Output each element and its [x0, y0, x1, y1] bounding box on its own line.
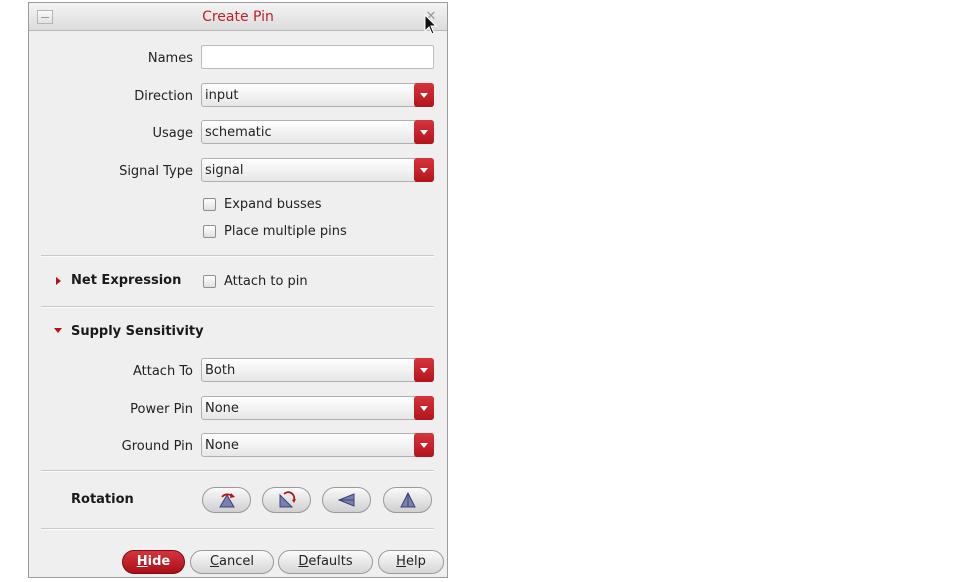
power-pin-label: Power Pin [130, 402, 193, 417]
chevron-down-icon[interactable] [414, 396, 434, 420]
mirror-icon [399, 491, 416, 508]
chevron-down-icon[interactable] [414, 120, 434, 144]
names-row: Names [29, 45, 447, 73]
upside-down-icon [337, 493, 354, 507]
expand-busses-label[interactable]: Expand busses [224, 197, 322, 212]
place-multiple-pins-checkbox[interactable] [203, 225, 216, 238]
title-bar[interactable]: Create Pin ✕ [29, 3, 447, 31]
help-label-rest: elp [405, 554, 426, 569]
defaults-label-rest: efaults [308, 554, 353, 569]
separator [41, 470, 434, 472]
signal-type-row: Signal Type signal [29, 158, 447, 186]
attach-to-select[interactable]: Both [201, 358, 434, 382]
ground-pin-label: Ground Pin [121, 439, 193, 454]
defaults-button[interactable]: Defaults [278, 550, 373, 574]
attach-to-row: Attach To Both [29, 358, 447, 386]
hide-label-rest: ide [147, 554, 171, 569]
usage-row: Usage schematic [29, 120, 447, 148]
ground-pin-row: Ground Pin None [29, 433, 447, 461]
chevron-down-icon[interactable] [414, 158, 434, 182]
names-label: Names [147, 51, 193, 66]
window-title: Create Pin [202, 9, 274, 25]
hide-mnemonic: H [136, 554, 148, 569]
signal-type-select[interactable]: signal [201, 158, 434, 182]
chevron-down-icon[interactable] [414, 358, 434, 382]
chevron-down-icon[interactable] [414, 83, 434, 107]
cancel-button[interactable]: Cancel [190, 550, 274, 574]
power-pin-value: None [205, 401, 239, 416]
separator [41, 528, 434, 530]
direction-row: Direction input [29, 83, 447, 111]
attach-to-label: Attach To [132, 364, 193, 379]
expand-busses-checkbox[interactable] [203, 198, 216, 211]
net-expression-title[interactable]: Net Expression [71, 273, 181, 288]
signal-type-value: signal [205, 163, 244, 178]
mouse-pointer-icon [424, 14, 438, 35]
cancel-label-rest: ancel [219, 554, 255, 569]
mirror-button[interactable] [383, 487, 432, 513]
sideways-icon [279, 491, 296, 508]
direction-value: input [205, 88, 239, 103]
cancel-mnemonic: C [209, 554, 220, 569]
usage-value: schematic [205, 125, 272, 140]
defaults-mnemonic: D [298, 554, 309, 569]
expand-arrow-icon[interactable] [56, 277, 61, 285]
attach-to-pin-checkbox[interactable] [203, 275, 216, 288]
help-mnemonic: H [396, 554, 406, 569]
supply-sensitivity-title[interactable]: Supply Sensitivity [71, 324, 204, 339]
names-input[interactable] [201, 45, 434, 69]
attach-to-pin-label[interactable]: Attach to pin [224, 274, 308, 289]
attach-to-value: Both [205, 363, 236, 378]
hide-button[interactable]: Hide [122, 550, 185, 574]
upside-down-button[interactable] [322, 487, 371, 513]
chevron-down-icon[interactable] [414, 433, 434, 457]
separator [41, 255, 434, 257]
rotate-icon [218, 493, 235, 508]
sideways-button[interactable] [262, 487, 311, 513]
usage-select[interactable]: schematic [201, 120, 434, 144]
rotation-label: Rotation [71, 492, 134, 507]
power-pin-row: Power Pin None [29, 396, 447, 424]
usage-label: Usage [152, 126, 193, 141]
place-multiple-pins-label[interactable]: Place multiple pins [224, 224, 347, 239]
direction-label: Direction [134, 89, 193, 104]
help-button[interactable]: Help [378, 550, 444, 574]
direction-select[interactable]: input [201, 83, 434, 107]
power-pin-select[interactable]: None [201, 396, 434, 420]
ground-pin-value: None [205, 438, 239, 453]
collapse-arrow-icon[interactable] [54, 328, 62, 333]
signal-type-label: Signal Type [119, 164, 193, 179]
rotate-button[interactable] [202, 487, 251, 513]
ground-pin-select[interactable]: None [201, 433, 434, 457]
separator [41, 306, 434, 308]
create-pin-dialog: Create Pin ✕ Names Direction input Usage… [28, 2, 448, 578]
